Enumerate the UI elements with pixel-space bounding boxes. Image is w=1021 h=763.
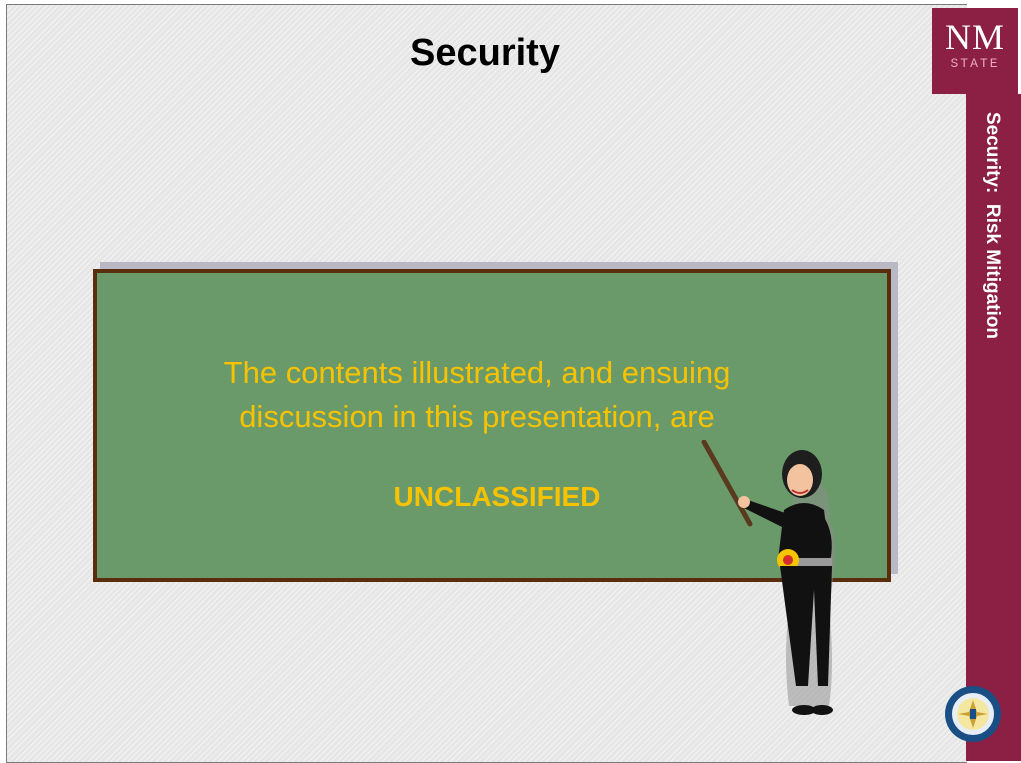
logo-subtext: STATE <box>950 56 1000 71</box>
sidebar-title: Security: Risk Mitigation <box>982 112 1003 339</box>
sidebar-band: Security: Risk Mitigation <box>966 94 1021 761</box>
teacher-with-pointer-clipart <box>701 440 836 715</box>
logo-text: NM <box>944 17 1005 57</box>
university-seal-icon <box>944 685 1002 743</box>
nm-state-logo: NM STATE <box>932 8 1018 94</box>
board-message: The contents illustrated, and ensuing di… <box>223 355 731 434</box>
slide-title: Security <box>410 32 560 74</box>
classification-label: UNCLASSIFIED <box>393 481 601 512</box>
